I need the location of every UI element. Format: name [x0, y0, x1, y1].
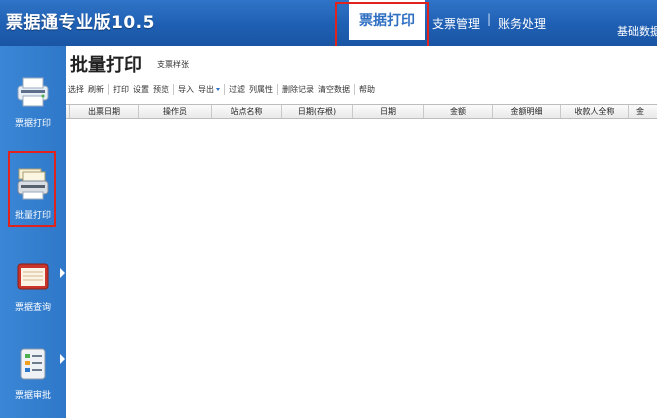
column-header[interactable]: 出票日期 [70, 105, 139, 118]
export-label: 导出 [198, 84, 214, 94]
column-header[interactable]: 金额 [424, 105, 493, 118]
page-subtitle: 支票样张 [157, 60, 189, 69]
help-button[interactable]: 帮助 [357, 84, 377, 95]
top-bar: 票据通专业版10.5 票据打印 支票管理 | 账务处理 基础数据 [0, 0, 657, 46]
export-button[interactable]: 导出 [196, 84, 222, 95]
print-button[interactable]: 打印 [111, 84, 131, 95]
sidebar-item-batch-print[interactable]: 批量打印 [0, 156, 66, 236]
checklist-icon [20, 348, 46, 380]
expand-arrow-icon[interactable] [60, 354, 65, 364]
delete-records-button[interactable]: 删除记录 [280, 84, 316, 95]
toolbar-divider [173, 83, 174, 95]
column-header[interactable]: 日期(存根) [282, 105, 353, 118]
column-header[interactable]: 收款人全称 [561, 105, 629, 118]
tab-separator: | [487, 12, 492, 26]
table-header: 出票日期 操作员 站点名称 日期(存根) 日期 金额 金额明细 收款人全称 金 [66, 104, 657, 119]
page-title: 批量打印 [70, 55, 142, 76]
sidebar-item-ticket-print[interactable]: 票据打印 [0, 64, 66, 144]
column-header[interactable]: 金额明细 [493, 105, 561, 118]
sidebar-item-label: 票据审批 [14, 391, 51, 401]
toolbar-divider [108, 83, 109, 95]
column-header[interactable]: 站点名称 [212, 105, 282, 118]
ledger-icon [17, 263, 49, 290]
column-header[interactable]: 操作员 [139, 105, 212, 118]
column-properties-button[interactable]: 列属性 [247, 84, 275, 95]
tab-check-management[interactable]: 支票管理 [432, 0, 480, 46]
chevron-down-icon [216, 87, 220, 91]
sidebar: 票据打印 批量打印 票据查询 票据审批 [0, 46, 66, 418]
sidebar-item-ticket-approval[interactable]: 票据审批 [0, 336, 66, 416]
sidebar-item-label: 票据查询 [14, 303, 51, 313]
select-button[interactable]: 选择 [66, 84, 86, 95]
refresh-button[interactable]: 刷新 [86, 84, 106, 95]
batch-printer-icon [17, 168, 49, 200]
preview-button[interactable]: 预览 [151, 84, 171, 95]
column-header[interactable]: 日期 [353, 105, 424, 118]
main-panel: 批量打印 支票样张 选择 刷新 打印 设置 预览 导入 导出 过滤 列属性 删除… [66, 46, 657, 418]
toolbar: 选择 刷新 打印 设置 预览 导入 导出 过滤 列属性 删除记录 清空数据 帮助 [66, 79, 657, 99]
tab-accounting[interactable]: 账务处理 [498, 0, 546, 46]
clear-data-button[interactable]: 清空数据 [316, 84, 352, 95]
printer-icon [17, 77, 49, 107]
column-header[interactable]: 金 [629, 105, 657, 118]
tab-ticket-print[interactable]: 票据打印 [349, 0, 425, 40]
toolbar-divider [354, 83, 355, 95]
app-title: 票据通专业版10.5 [6, 13, 155, 33]
sidebar-item-label: 票据打印 [14, 119, 51, 129]
sidebar-item-ticket-query[interactable]: 票据查询 [0, 248, 66, 328]
import-button[interactable]: 导入 [176, 84, 196, 95]
toolbar-divider [277, 83, 278, 95]
sidebar-item-label: 批量打印 [14, 211, 51, 221]
settings-button[interactable]: 设置 [131, 84, 151, 95]
expand-arrow-icon[interactable] [60, 268, 65, 278]
filter-button[interactable]: 过滤 [227, 84, 247, 95]
toolbar-divider [224, 83, 225, 95]
